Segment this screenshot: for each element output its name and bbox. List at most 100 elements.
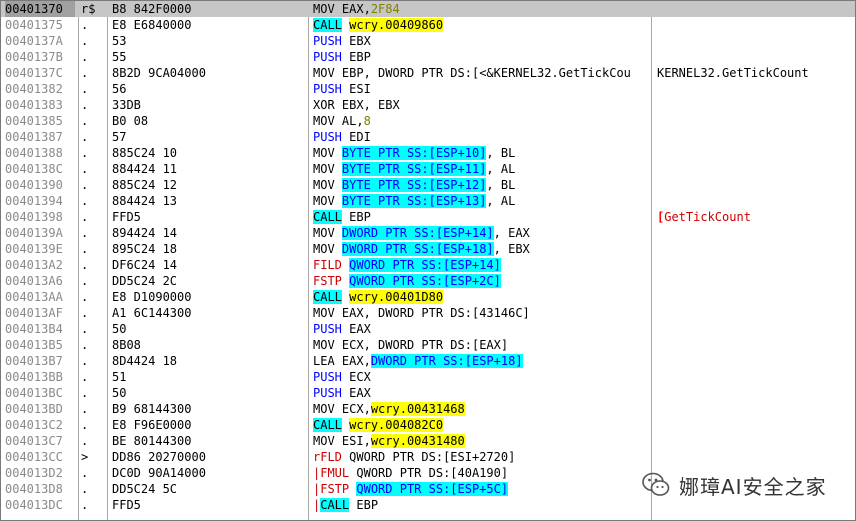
flow-marker: . xyxy=(81,242,89,256)
disasm-row[interactable]: 004013BD. B9 68144300 MOV ECX,wcry.0043146… xyxy=(1,401,855,417)
disasm-row[interactable]: 00401375. E8 E6840000 CALL wcry.00409860 xyxy=(1,17,855,33)
address-cell: 0040139A xyxy=(5,226,63,240)
comment-cell xyxy=(657,81,853,97)
disasm-row[interactable]: 004013A2. DF6C24 14 FILD QWORD PTR SS:[ESP… xyxy=(1,257,855,273)
flow-marker: . xyxy=(81,290,89,304)
operand: EDI xyxy=(349,130,371,144)
disasm-row[interactable]: 00401370 r$ B8 842F0000 MOV EAX,2F84 xyxy=(1,1,855,17)
disasm-row[interactable]: 00401385. B0 08 MOV AL,8 xyxy=(1,113,855,129)
hex-dump-cell: DD5C24 5C xyxy=(112,482,178,496)
flow-marker: . xyxy=(81,194,89,208)
disasm-row[interactable]: 004013B5. 8B08 MOV ECX, DWORD PTR DS:[EAX] xyxy=(1,337,855,353)
operand: ESI, xyxy=(341,434,371,448)
operand: , BL xyxy=(486,146,516,160)
flow-marker: . xyxy=(81,82,89,96)
comment-cell xyxy=(657,241,853,257)
flow-marker: . xyxy=(81,418,89,432)
operand: BYTE PTR SS:[ESP+10] xyxy=(341,146,487,160)
flow-marker: . xyxy=(81,258,89,272)
wechat-icon xyxy=(642,472,670,496)
disasm-row[interactable]: 00401394. 884424 13 MOV BYTE PTR SS:[ESP+1… xyxy=(1,193,855,209)
operand: 8 xyxy=(363,114,371,128)
address-cell: 00401385 xyxy=(5,114,63,128)
address-cell: 004013BD xyxy=(5,402,63,416)
hex-dump-cell: DC0D 90A14000 xyxy=(112,466,206,480)
disasm-row[interactable]: 004013BC. 50 PUSH EAX xyxy=(1,385,855,401)
operand: ESI xyxy=(349,82,371,96)
disasm-row[interactable]: 0040139E. 895C24 18 MOV DWORD PTR SS:[ESP+… xyxy=(1,241,855,257)
disasm-row[interactable]: 004013AF. A1 6C144300 MOV EAX, DWORD PTR D… xyxy=(1,305,855,321)
hex-dump-cell: 895C24 18 xyxy=(112,242,178,256)
flow-marker: . xyxy=(81,274,89,288)
operand: , EBX xyxy=(493,242,530,256)
address-cell: 004013C2 xyxy=(5,418,63,432)
disasm-row[interactable]: 004013AA. E8 D1090000 CALL wcry.00401D80 xyxy=(1,289,855,305)
disasm-row[interactable]: 0040138C. 884424 11 MOV BYTE PTR SS:[ESP+1… xyxy=(1,161,855,177)
disasm-row[interactable]: 00401390. 885C24 12 MOV BYTE PTR SS:[ESP+1… xyxy=(1,177,855,193)
operand: wcry.00431480 xyxy=(370,434,465,448)
flow-marker: . xyxy=(81,370,89,384)
flow-marker: . xyxy=(81,210,89,224)
operand: wcry.00431468 xyxy=(370,402,465,416)
flow-marker: > xyxy=(81,450,89,464)
mnemonic: MOV xyxy=(313,226,335,240)
disasm-row[interactable]: 0040137C. 8B2D 9CA04000 MOV EBP, DWORD PTR… xyxy=(1,65,855,81)
address-cell: 004013C7 xyxy=(5,434,63,448)
operand: QWORD PTR SS:[ESP+5C] xyxy=(356,482,509,496)
instruction-cell: MOV EAX, DWORD PTR DS:[43146C] xyxy=(313,305,650,321)
disasm-row[interactable]: 004013C2. E8 F96E0000 CALL wcry.004082C0 xyxy=(1,417,855,433)
disasm-row[interactable]: 0040137B. 55 PUSH EBP xyxy=(1,49,855,65)
disasm-row[interactable]: 00401382. 56 PUSH ESI xyxy=(1,81,855,97)
hex-dump-cell: 884424 11 xyxy=(112,162,178,176)
flow-marker: . xyxy=(81,482,89,496)
operand: , AL xyxy=(486,162,516,176)
operand: EBX, EBX xyxy=(341,98,400,112)
flow-marker: . xyxy=(81,18,89,32)
disasm-row[interactable]: 004013B7. 8D4424 18 LEA EAX,DWORD PTR SS:[… xyxy=(1,353,855,369)
disasm-row[interactable]: 004013A6. DD5C24 2C FSTP QWORD PTR SS:[ESP… xyxy=(1,273,855,289)
instruction-cell: PUSH EAX xyxy=(313,385,650,401)
hex-dump-cell: 885C24 10 xyxy=(112,146,178,160)
instruction-cell: |CALL EBP xyxy=(313,497,650,513)
instruction-cell: MOV BYTE PTR SS:[ESP+10], BL xyxy=(313,145,650,161)
instruction-cell: PUSH EBX xyxy=(313,33,650,49)
disasm-row[interactable]: 004013C7. BE 80144300 MOV ESI,wcry.0043148… xyxy=(1,433,855,449)
hex-dump-cell: 885C24 12 xyxy=(112,178,178,192)
hex-dump-cell: 50 xyxy=(112,386,127,400)
hex-dump-cell: DD86 20270000 xyxy=(112,450,206,464)
comment-cell xyxy=(657,225,853,241)
operand: EBX xyxy=(349,34,371,48)
address-cell: 0040137B xyxy=(5,50,63,64)
address-cell: 004013B7 xyxy=(5,354,63,368)
mnemonic: MOV xyxy=(313,402,335,416)
operand: EBP xyxy=(349,210,371,224)
disasm-row[interactable]: 00401398. FFD5 CALL EBP [GetTickCount xyxy=(1,209,855,225)
flow-marker: . xyxy=(81,146,89,160)
mnemonic: CALL xyxy=(313,418,342,432)
comment-cell xyxy=(657,417,853,433)
address-cell: 00401390 xyxy=(5,178,63,192)
disasm-row[interactable]: 004013B4. 50 PUSH EAX xyxy=(1,321,855,337)
flow-marker: . xyxy=(81,226,89,240)
comment-cell xyxy=(657,177,853,193)
mnemonic: PUSH xyxy=(313,34,342,48)
disasm-row[interactable]: 00401387. 57 PUSH EDI xyxy=(1,129,855,145)
disasm-row[interactable]: 004013CC > DD86 20270000 rFLD QWORD PTR DS:… xyxy=(1,449,855,465)
mnemonic: MOV xyxy=(313,194,335,208)
address-cell: 0040138C xyxy=(5,162,63,176)
flow-marker: . xyxy=(81,306,89,320)
address-cell: 004013D2 xyxy=(5,466,63,480)
instruction-cell: CALL wcry.004082C0 xyxy=(313,417,650,433)
disasm-row[interactable]: 0040139A. 894424 14 MOV DWORD PTR SS:[ESP+… xyxy=(1,225,855,241)
disasm-row[interactable]: 00401383. 33DB XOR EBX, EBX xyxy=(1,97,855,113)
operand: AL, xyxy=(341,114,364,128)
instruction-cell: MOV BYTE PTR SS:[ESP+13], AL xyxy=(313,193,650,209)
address-cell: 004013BB xyxy=(5,370,63,384)
operand: wcry.004082C0 xyxy=(349,418,444,432)
hex-dump-cell: E8 E6840000 xyxy=(112,18,192,32)
comment-cell xyxy=(657,17,853,33)
disasm-row[interactable]: 004013BB. 51 PUSH ECX xyxy=(1,369,855,385)
hex-dump-cell: 51 xyxy=(112,370,127,384)
disasm-row[interactable]: 0040137A. 53 PUSH EBX xyxy=(1,33,855,49)
disasm-row[interactable]: 00401388. 885C24 10 MOV BYTE PTR SS:[ESP+1… xyxy=(1,145,855,161)
